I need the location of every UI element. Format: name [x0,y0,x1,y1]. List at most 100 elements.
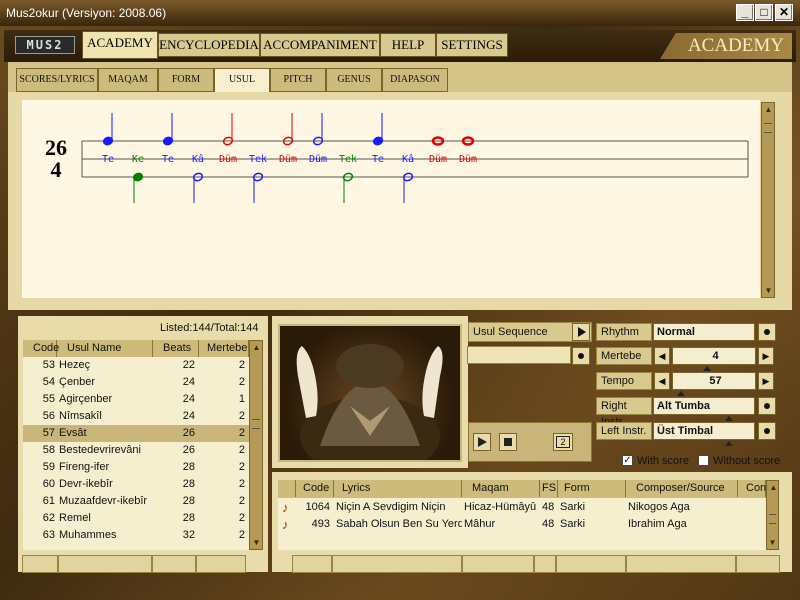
scroll-thumb[interactable] [764,123,772,133]
scroll-down-icon[interactable]: ▼ [251,537,262,548]
right-instr-value[interactable]: Alt Tumba [653,397,755,415]
scroll-up-icon[interactable]: ▲ [251,342,262,353]
score-maqam: Mâhur [464,518,496,530]
play-button[interactable] [473,433,491,451]
subtab-scores-lyrics[interactable]: SCORES/LYRICS [16,68,98,92]
column-header-usul-name[interactable]: Usul Name [57,340,153,357]
usul-mertebe: 2 [238,529,245,541]
table-row[interactable]: 58 Bestedevrirevâni 26 2 [23,442,249,459]
tab-settings[interactable]: SETTINGS [436,33,508,57]
minimize-button[interactable]: _ [736,4,754,21]
subtab-maqam[interactable]: MAQAM [98,68,158,92]
column-header-maqam[interactable]: Maqam [462,480,540,497]
table-row[interactable]: 61 Muzaafdevr-ikebîr 28 2 [23,493,249,510]
left-instr-volume-marker[interactable] [725,441,733,446]
table-row[interactable]: 60 Devr-ikebîr 28 2 [23,476,249,493]
column-header-form[interactable]: Form [558,480,626,497]
score-form: Sarki [560,518,586,530]
notation-scrollbar[interactable]: ▲ ▼ [761,102,775,298]
column-header-mertebe[interactable]: Mertebe [199,340,249,357]
subtab-form[interactable]: FORM [158,68,214,92]
column-header-code[interactable]: Code [23,340,59,357]
right-instr-select-button[interactable] [758,397,776,415]
column-header-fs[interactable]: FS [540,480,558,497]
arrow-left-icon: ◀ [658,376,666,386]
table-row[interactable]: ♪ 493 Sabah Olsun Ben Su Yerde Mâhur 48 Sarki… [278,516,766,533]
photo-head [336,344,404,388]
usul-name: Fireng-ifer [59,461,110,473]
table-row[interactable]: 53 Hezeç 22 2 [23,357,249,374]
status-cell-7 [462,555,534,573]
app-logo[interactable]: MUS2 [15,36,75,54]
right-instr-volume-marker[interactable] [725,416,733,421]
column-header-con[interactable]: Con [738,480,766,497]
column-header-composer[interactable]: Composer/Source [626,480,738,497]
mertebe-increase-button[interactable]: ▶ [758,347,774,365]
window-title: Mus2okur (Versiyon: 2008.06) [6,6,167,20]
scroll-thumb[interactable] [252,419,260,429]
table-row[interactable]: 57 Evsât 26 2 [23,425,249,442]
status-cell-5 [292,555,332,573]
subtab-pitch[interactable]: PITCH [270,68,326,92]
usul-sequence-field[interactable] [467,346,571,364]
mertebe-value[interactable]: 4 [672,347,756,365]
tempo-value[interactable]: 57 [672,372,756,390]
scroll-thumb[interactable] [769,514,776,524]
scroll-down-icon[interactable]: ▼ [767,537,778,548]
column-header-lyrics[interactable]: Lyrics [334,480,462,497]
maximize-button[interactable]: □ [755,4,773,21]
loop-button[interactable]: 2 [553,433,573,451]
table-row[interactable]: 62 Remel 28 2 [23,510,249,527]
rhythm-value[interactable]: Normal [653,323,755,341]
rhythm-label: Rhythm [596,323,652,341]
table-row[interactable]: 59 Fireng-ifer 28 2 [23,459,249,476]
scroll-down-icon[interactable]: ▼ [763,285,774,296]
table-row[interactable]: 63 Muhammes 32 2 [23,527,249,544]
subtab-usul[interactable]: USUL [214,68,270,93]
usul-sequence-record-button[interactable] [572,347,590,365]
scroll-up-icon[interactable]: ▲ [763,104,774,115]
table-row[interactable]: ♪ 1064 Niçin A Sevdigim Niçin Hicaz-Hümâyû 4… [278,499,766,516]
usul-list-scrollbar[interactable]: ▲ ▼ [249,340,263,550]
usul-sequence-play-button[interactable] [572,323,590,341]
mertebe-decrease-button[interactable]: ◀ [654,347,670,365]
table-row[interactable]: 56 Nîmsakîl 24 2 [23,408,249,425]
tempo-slider-marker[interactable] [677,391,685,396]
usul-name: Muzaafdevr-ikebîr [59,495,148,507]
tempo-increase-button[interactable]: ▶ [758,372,774,390]
table-row[interactable]: 55 Agirçenber 24 1 [23,391,249,408]
tempo-label: Tempo [596,372,652,390]
tempo-decrease-button[interactable]: ◀ [654,372,670,390]
usul-code: 60 [42,478,55,490]
status-cell-4 [196,555,246,573]
subtab-genus[interactable]: GENUS [326,68,382,92]
column-header-code[interactable]: Code [296,480,334,497]
stroke-syllable: Tek [249,154,267,165]
left-instr-select-button[interactable] [758,422,776,440]
column-header-beats[interactable]: Beats [153,340,199,357]
scroll-up-icon[interactable]: ▲ [768,482,779,493]
mertebe-slider-marker[interactable] [703,366,711,371]
tab-help[interactable]: HELP [380,33,436,57]
usul-code: 56 [42,410,55,422]
tab-accompaniment[interactable]: ACCOMPANIMENT [260,33,380,57]
table-row[interactable]: 54 Çenber 24 2 [23,374,249,391]
close-button[interactable]: ✕ [775,4,793,21]
usul-beats: 26 [182,427,195,439]
listed-count: Listed:144/Total:144 [160,322,259,334]
stroke-syllable: Düm [309,154,327,165]
rhythm-select-button[interactable] [758,323,776,341]
stop-button[interactable] [499,433,517,451]
without-score-checkbox[interactable] [698,455,709,466]
usul-table: Code Usul Name Beats Mertebe 53 Hezeç 22 2 5… [23,340,263,550]
left-instr-value[interactable]: Üst Timbal [653,422,755,440]
play-icon [478,437,487,447]
usul-beats: 26 [182,444,195,456]
tab-academy[interactable]: ACADEMY [82,31,158,59]
subtab-diapason[interactable]: DIAPASON [382,68,448,92]
tab-encyclopedia[interactable]: ENCYCLOPEDIA [158,33,260,57]
column-header-icon [278,480,296,497]
with-score-checkbox[interactable]: ✓ [622,455,633,466]
without-score-label: Without score [713,455,781,467]
scores-scrollbar[interactable]: ▲ ▼ [766,480,779,550]
